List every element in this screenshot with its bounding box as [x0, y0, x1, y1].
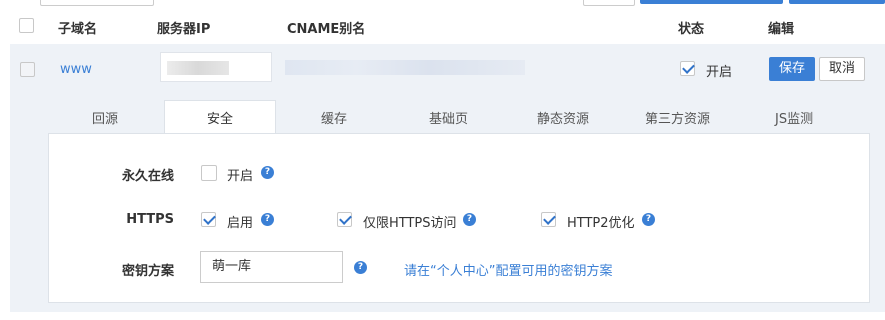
select-all-checkbox[interactable]: [19, 18, 34, 33]
top-button-partial[interactable]: [789, 0, 885, 4]
https-enable-checkbox[interactable]: [201, 212, 216, 227]
server-ip-input[interactable]: [160, 52, 272, 82]
help-icon[interactable]: ?: [463, 213, 476, 226]
tab-cache[interactable]: 缓存: [321, 108, 347, 127]
header-subdomain: 子域名: [58, 22, 98, 37]
help-icon[interactable]: ?: [642, 213, 655, 226]
help-icon[interactable]: ?: [354, 261, 367, 274]
key-scheme-hint-link[interactable]: 请在“个人中心”配置可用的密钥方案: [404, 260, 612, 279]
key-scheme-select[interactable]: 萌一库: [200, 251, 343, 283]
https-enable-label: 启用: [227, 216, 254, 231]
cancel-button[interactable]: 取消: [819, 57, 865, 81]
always-online-option-label: 开启: [227, 169, 254, 184]
tab-js-monitor[interactable]: JS监测: [775, 108, 813, 127]
table-header: 子域名 服务器IP CNAME别名 状态 编辑: [0, 8, 885, 44]
http2-label: HTTP2优化: [567, 216, 635, 231]
always-online-checkbox[interactable]: [201, 165, 217, 181]
header-server-ip: 服务器IP: [157, 22, 211, 37]
top-button-partial[interactable]: [583, 0, 635, 6]
save-button[interactable]: 保存: [769, 57, 815, 81]
redacted-cname: [285, 60, 525, 75]
top-button-partial[interactable]: [640, 0, 783, 4]
tab-static-resources[interactable]: 静态资源: [537, 108, 589, 127]
key-scheme-label: 密钥方案: [121, 264, 174, 279]
redacted-ip: [167, 61, 229, 75]
http2-checkbox[interactable]: [541, 212, 556, 227]
https-only-label: 仅限HTTPS访问: [363, 216, 457, 231]
https-only-checkbox[interactable]: [337, 212, 352, 227]
row-checkbox[interactable]: [20, 62, 35, 77]
status-checkbox[interactable]: [680, 61, 695, 76]
tab-origin[interactable]: 回源: [92, 108, 118, 127]
top-button-partial[interactable]: [40, 0, 154, 6]
help-icon[interactable]: ?: [261, 166, 274, 179]
status-label: 开启: [706, 65, 733, 80]
subdomain-cell: www: [60, 62, 92, 77]
https-label: HTTPS: [126, 212, 174, 227]
tab-base-page[interactable]: 基础页: [429, 108, 468, 127]
help-icon[interactable]: ?: [261, 213, 274, 226]
tab-security[interactable]: 安全: [207, 108, 233, 127]
always-online-label: 永久在线: [121, 169, 174, 184]
header-status: 状态: [678, 22, 705, 37]
tab-third-party-resources[interactable]: 第三方资源: [645, 108, 710, 127]
header-cname: CNAME别名: [287, 22, 366, 37]
header-edit: 编辑: [768, 22, 795, 37]
